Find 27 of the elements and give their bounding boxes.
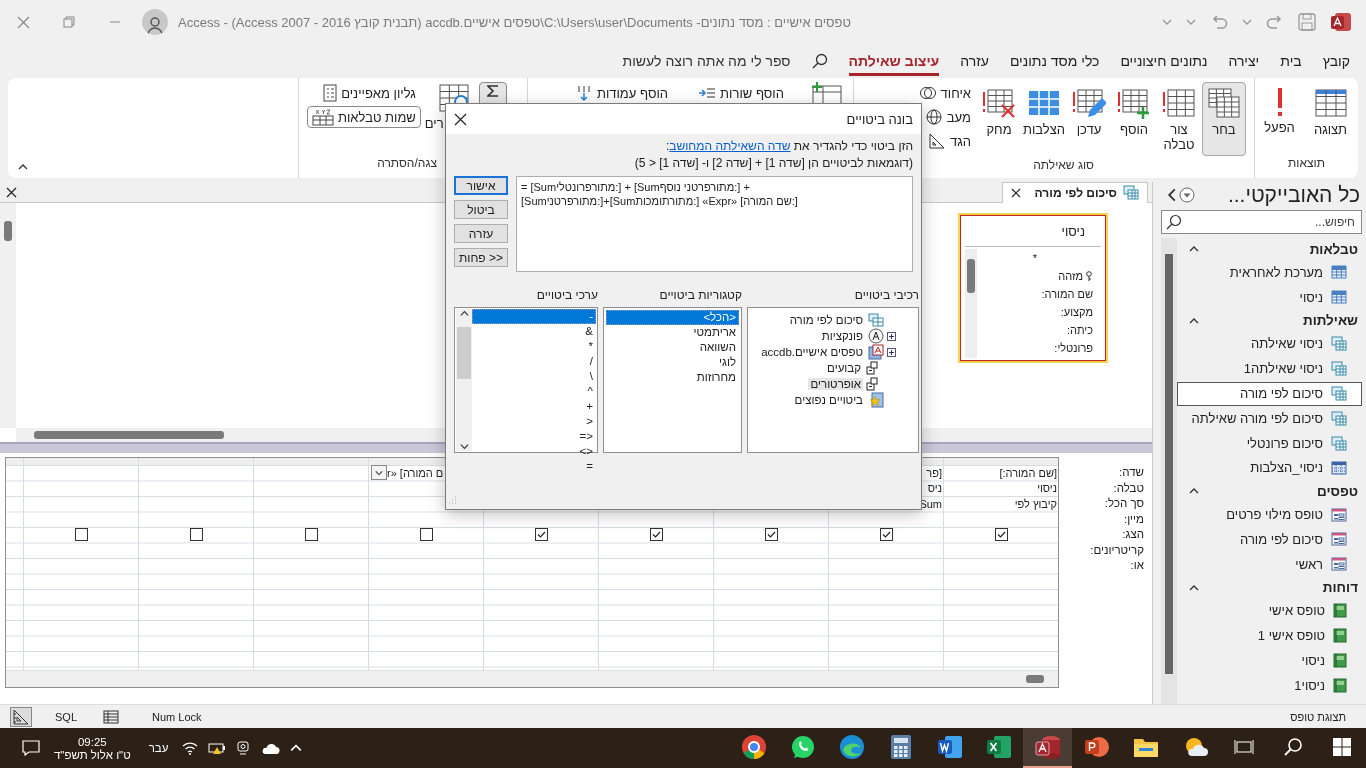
- row-label: סך הכל:: [1104, 497, 1144, 511]
- table-cell: ם המורה] «r: [387, 466, 444, 479]
- row-label: או:: [1130, 559, 1144, 573]
- group-label: תוצאות: [1288, 156, 1325, 172]
- row-label: שדה:: [1119, 466, 1144, 480]
- row-label: מיין:: [1123, 512, 1144, 527]
- table-cell: [שם המורה:]: [999, 466, 1057, 479]
- example-text: (דוגמאות לביטויים הן [שדה 1] + [שדה 2] ו- [שדה 1] < 5): [633, 155, 914, 172]
- tab-label: סיכום לפי מורה: [1034, 185, 1117, 200]
- pane-label: ערכי ביטויים: [536, 288, 598, 302]
- table-cell: [פר: [926, 466, 942, 479]
- row-label: טבלה:: [1113, 481, 1144, 496]
- group-label: סוג שאילתה: [1033, 157, 1094, 174]
- window-title: טפסים אישיים : מסד נתונים- C:\Users\user\Documents\טפסים אישיים.accdb (תבנית קובץ Access 2007 - 2016) - Access: [178, 14, 852, 30]
- row-label: קריטריונים:: [1090, 543, 1144, 558]
- pane-label: רכיבי ביטויים: [854, 288, 919, 302]
- group-label: צגה/הסתרה: [377, 156, 437, 172]
- pane-label: קטגוריות ביטויים: [659, 288, 742, 302]
- table-cell: ניס: [927, 482, 942, 495]
- table-cell: ניסוי: [1037, 482, 1057, 495]
- row-label: הצג:: [1122, 528, 1144, 542]
- table-cell: קיבוץ לפי: [1014, 497, 1057, 510]
- field-list-title: ניסוי: [1061, 223, 1085, 239]
- view-name: תצוגת טופס: [1290, 710, 1346, 723]
- instruction-text: הזן ביטוי כדי להגדיר את שדה השאילתה המחושב:: [664, 138, 914, 155]
- dialog-title: בונה ביטויים: [846, 111, 913, 127]
- num-lock-indicator: Num Lock: [152, 710, 202, 723]
